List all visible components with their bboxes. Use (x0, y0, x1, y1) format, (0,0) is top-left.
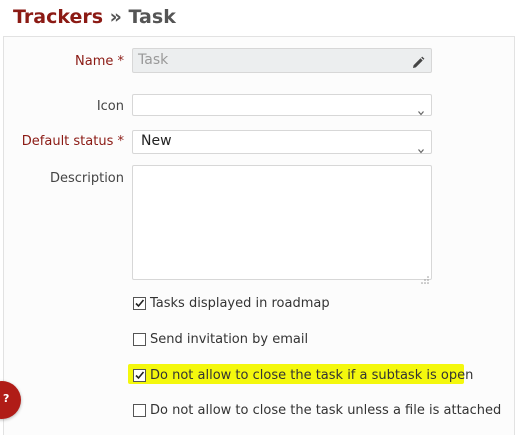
pencil-icon[interactable] (411, 55, 425, 69)
default-status-select[interactable]: New (132, 130, 432, 154)
checkbox-row-invitation[interactable]: Send invitation by email (133, 330, 308, 348)
chevron-down-icon (417, 101, 425, 116)
breadcrumb-current: Task (128, 6, 176, 28)
default-status-label-text: Default status (21, 134, 114, 149)
checkbox-subtask-open[interactable] (133, 368, 146, 382)
checkbox-file-attached-label: Do not allow to close the task unless a … (150, 402, 502, 418)
chevron-down-icon (417, 139, 425, 154)
name-label: Name * (60, 54, 124, 69)
name-label-text: Name (75, 54, 114, 69)
checkmark-icon (135, 298, 145, 307)
name-required-mark: * (117, 54, 125, 69)
breadcrumb-trackers-link[interactable]: Trackers (13, 6, 103, 28)
checkbox-file-attached[interactable] (133, 403, 146, 417)
icon-label-text: Icon (96, 99, 124, 114)
checkmark-icon (135, 370, 145, 379)
checkbox-subtask-open-label: Do not allow to close the task if a subt… (150, 367, 474, 383)
tracker-edit-page: Trackers » Task Name * Task Icon Default… (0, 0, 519, 435)
checkbox-roadmap-label: Tasks displayed in roadmap (150, 295, 330, 311)
default-status-label: Default status * (20, 134, 124, 149)
checkbox-row-roadmap[interactable]: Tasks displayed in roadmap (133, 294, 330, 312)
resize-handle-icon[interactable] (421, 269, 429, 284)
description-label-text: Description (49, 171, 124, 186)
page-title: Trackers » Task (13, 6, 176, 28)
description-label: Description (20, 171, 124, 186)
checkbox-row-file-attached[interactable]: Do not allow to close the task unless a … (133, 401, 501, 419)
help-icon: ? (3, 392, 10, 405)
icon-select[interactable] (132, 94, 432, 116)
breadcrumb-separator: » (103, 6, 129, 28)
default-status-value: New (141, 133, 172, 149)
description-textarea[interactable] (132, 165, 432, 284)
name-field-value: Task (138, 52, 169, 68)
icon-label: Icon (60, 99, 124, 114)
checkbox-invitation[interactable] (133, 332, 146, 346)
checkbox-invitation-label: Send invitation by email (150, 331, 309, 347)
checkbox-row-subtask-open[interactable]: Do not allow to close the task if a subt… (133, 366, 473, 384)
checkbox-roadmap[interactable] (133, 296, 146, 310)
default-status-required-mark: * (117, 134, 125, 149)
name-field[interactable]: Task (132, 48, 432, 73)
